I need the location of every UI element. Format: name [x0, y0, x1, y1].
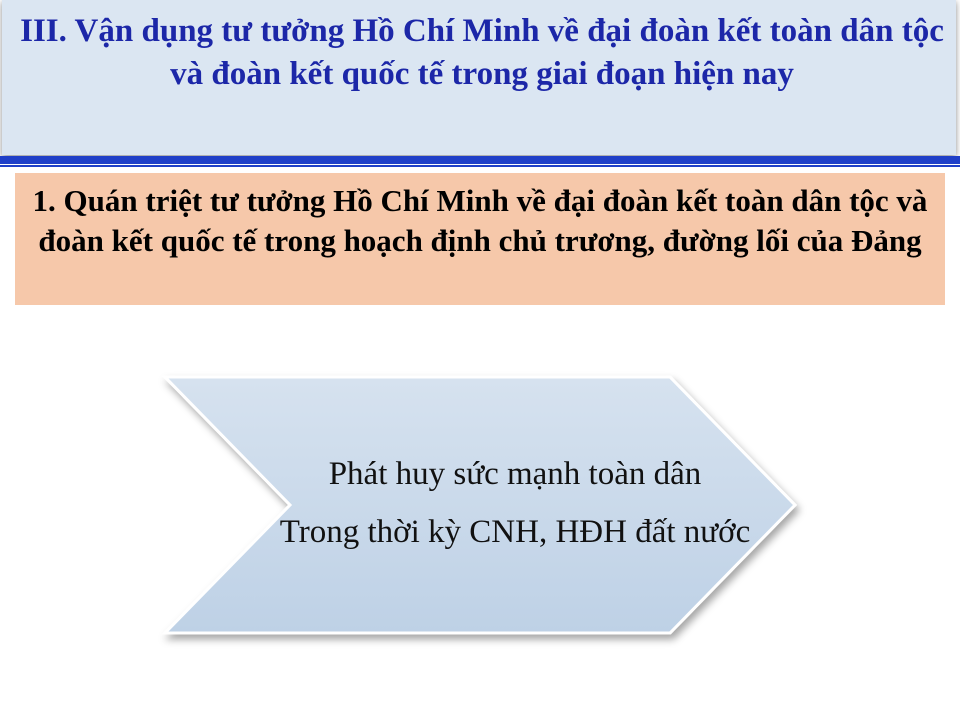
slide-title: III. Vận dụng tư tưởng Hồ Chí Minh về đạ…	[20, 13, 944, 92]
slide-title-box: III. Vận dụng tư tưởng Hồ Chí Minh về đạ…	[2, 0, 956, 155]
chevron-line-1: Phát huy sức mạnh toàn dân	[328, 456, 702, 492]
section-heading-box: 1. Quán triệt tư tưởng Hồ Chí Minh về đạ…	[15, 173, 945, 305]
chevron-line-2: Trong thời kỳ CNH, HĐH đất nước	[279, 514, 751, 550]
chevron-text-block: Phát huy sức mạnh toàn dân Trong thời kỳ…	[270, 452, 760, 552]
section-heading: 1. Quán triệt tư tưởng Hồ Chí Minh về đạ…	[32, 183, 928, 258]
title-divider-thin	[0, 165, 960, 167]
title-divider-thick	[0, 156, 960, 164]
